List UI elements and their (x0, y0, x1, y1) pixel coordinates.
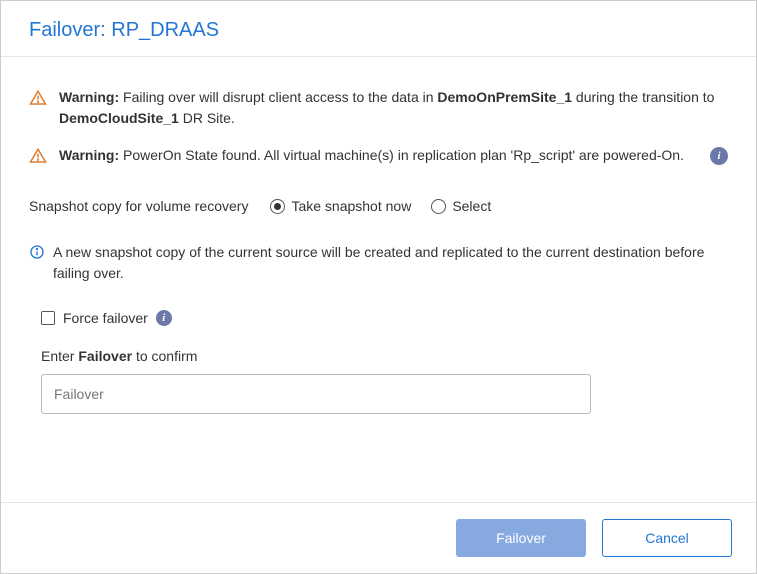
radio-take-snapshot-now[interactable]: Take snapshot now (270, 198, 411, 214)
radio-button-icon (270, 199, 285, 214)
warning-icon (29, 89, 47, 110)
force-failover-checkbox[interactable] (41, 311, 55, 325)
failover-modal: Failover: RP_DRAAS Warning: Failing over… (0, 0, 757, 574)
info-icon (29, 244, 45, 266)
modal-content: Warning: Failing over will disrupt clien… (1, 57, 756, 502)
modal-title: Failover: RP_DRAAS (29, 19, 728, 42)
snapshot-radio-group: Take snapshot now Select (270, 198, 491, 214)
force-failover-row: Force failover i (41, 310, 728, 326)
cancel-button[interactable]: Cancel (602, 519, 732, 557)
warning-text: Warning: PowerOn State found. All virtua… (59, 145, 692, 166)
confirm-input[interactable] (41, 374, 591, 414)
info-icon[interactable]: i (156, 310, 172, 326)
warning-icon (29, 147, 47, 168)
warning-row: Warning: Failing over will disrupt clien… (29, 87, 728, 129)
warning-text: Warning: Failing over will disrupt clien… (59, 87, 728, 129)
radio-select[interactable]: Select (431, 198, 491, 214)
modal-header: Failover: RP_DRAAS (1, 1, 756, 57)
info-note: A new snapshot copy of the current sourc… (29, 242, 728, 284)
snapshot-label: Snapshot copy for volume recovery (29, 198, 248, 214)
radio-button-icon (431, 199, 446, 214)
force-failover-label: Force failover (63, 310, 148, 326)
radio-label: Take snapshot now (291, 198, 411, 214)
snapshot-section: Snapshot copy for volume recovery Take s… (29, 198, 728, 214)
info-text: A new snapshot copy of the current sourc… (53, 242, 728, 284)
failover-button[interactable]: Failover (456, 519, 586, 557)
modal-footer: Failover Cancel (1, 502, 756, 573)
warning-row: Warning: PowerOn State found. All virtua… (29, 145, 728, 168)
radio-label: Select (452, 198, 491, 214)
confirm-label: Enter Failover to confirm (41, 348, 728, 364)
info-icon[interactable]: i (710, 147, 728, 165)
